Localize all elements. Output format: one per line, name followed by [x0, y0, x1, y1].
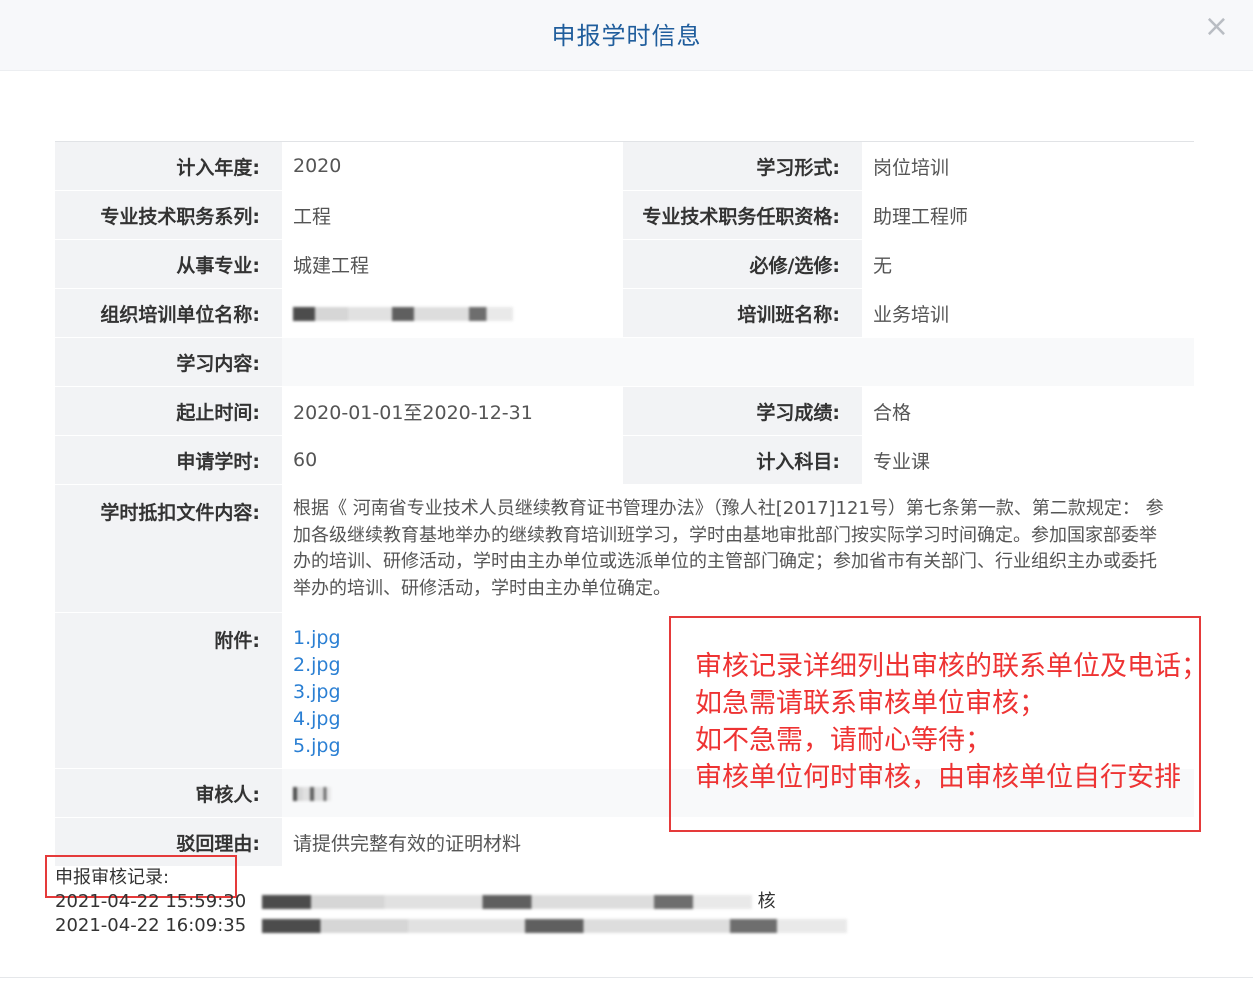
- record-entry: 2021-04-22 16:09:35: [55, 914, 847, 938]
- redacted-text: [261, 895, 752, 909]
- field-value: 60: [282, 435, 623, 485]
- field-value: 城建工程: [282, 239, 623, 289]
- modal-header: 申报学时信息 ×: [0, 0, 1253, 71]
- annotation-line: 如急需请联系审核单位审核；: [695, 688, 1046, 719]
- table-row: 组织培训单位名称: 培训班名称: 业务培训: [55, 288, 1194, 338]
- field-value: 岗位培训: [862, 141, 1194, 191]
- annotation-line: 审核单位何时审核，由审核单位自行安排: [695, 762, 1181, 793]
- field-value: 2020-01-01至2020-12-31: [282, 386, 623, 436]
- review-records: 申报审核记录: 2021-04-22 15:59:30 核 2021-04-22…: [55, 866, 847, 938]
- record-time: 2021-04-22 15:59:30: [55, 891, 247, 912]
- field-label: 专业技术职务系列:: [55, 190, 282, 240]
- table-row: 专业技术职务系列: 工程 专业技术职务任职资格: 助理工程师: [55, 190, 1194, 240]
- field-label: 培训班名称:: [623, 288, 862, 338]
- field-label: 审核人:: [55, 768, 282, 818]
- field-label: 从事专业:: [55, 239, 282, 289]
- field-label: 附件:: [55, 612, 282, 769]
- table-row: 计入年度: 2020 学习形式: 岗位培训: [55, 141, 1194, 191]
- field-value: [282, 337, 1194, 387]
- record-tail: 核: [757, 891, 776, 912]
- annotation-text: 审核记录详细列出审核的联系单位及电话； 如急需请联系审核单位审核； 如不急需，请…: [695, 648, 1215, 796]
- table-row: 从事专业: 城建工程 必修/选修: 无: [55, 239, 1194, 289]
- field-label: 起止时间:: [55, 386, 282, 436]
- record-entry: 2021-04-22 15:59:30 核: [55, 890, 847, 914]
- field-label: 专业技术职务任职资格:: [623, 190, 862, 240]
- modal-footer-divider: [0, 977, 1253, 978]
- record-time: 2021-04-22 16:09:35: [55, 915, 247, 936]
- table-row: 起止时间: 2020-01-01至2020-12-31 学习成绩: 合格: [55, 386, 1194, 436]
- table-row: 学时抵扣文件内容: 根据《 河南省专业技术人员继续教育证书管理办法》（豫人社[2…: [55, 484, 1194, 613]
- field-label: 组织培训单位名称:: [55, 288, 282, 338]
- field-value: 合格: [862, 386, 1194, 436]
- table-row: 申请学时: 60 计入科目: 专业课: [55, 435, 1194, 485]
- redacted-text: [261, 919, 847, 933]
- field-value: 专业课: [862, 435, 1194, 485]
- field-label: 学习成绩:: [623, 386, 862, 436]
- field-label: 计入科目:: [623, 435, 862, 485]
- modal-title: 申报学时信息: [551, 22, 702, 50]
- redacted-text: [293, 306, 513, 321]
- annotation-line: 如不急需，请耐心等待；: [695, 725, 992, 756]
- field-label: 必修/选修:: [623, 239, 862, 289]
- annotation-line: 审核记录详细列出审核的联系单位及电话；: [695, 651, 1208, 682]
- field-label: 申请学时:: [55, 435, 282, 485]
- field-value: 业务培训: [862, 288, 1194, 338]
- field-label: 学习形式:: [623, 141, 862, 191]
- field-value: 无: [862, 239, 1194, 289]
- field-value-redacted: [282, 288, 623, 338]
- records-title: 申报审核记录:: [55, 867, 170, 888]
- table-row: 学习内容:: [55, 337, 1194, 387]
- field-value: 2020: [282, 141, 623, 191]
- redacted-text: [293, 786, 331, 801]
- deduction-text: 根据《 河南省专业技术人员继续教育证书管理办法》（豫人社[2017]121号）第…: [282, 484, 1194, 613]
- field-label: 计入年度:: [55, 141, 282, 191]
- field-value: 助理工程师: [862, 190, 1194, 240]
- field-label: 学习内容:: [55, 337, 282, 387]
- close-icon[interactable]: ×: [1204, 12, 1229, 42]
- field-value: 工程: [282, 190, 623, 240]
- field-label: 学时抵扣文件内容:: [55, 484, 282, 613]
